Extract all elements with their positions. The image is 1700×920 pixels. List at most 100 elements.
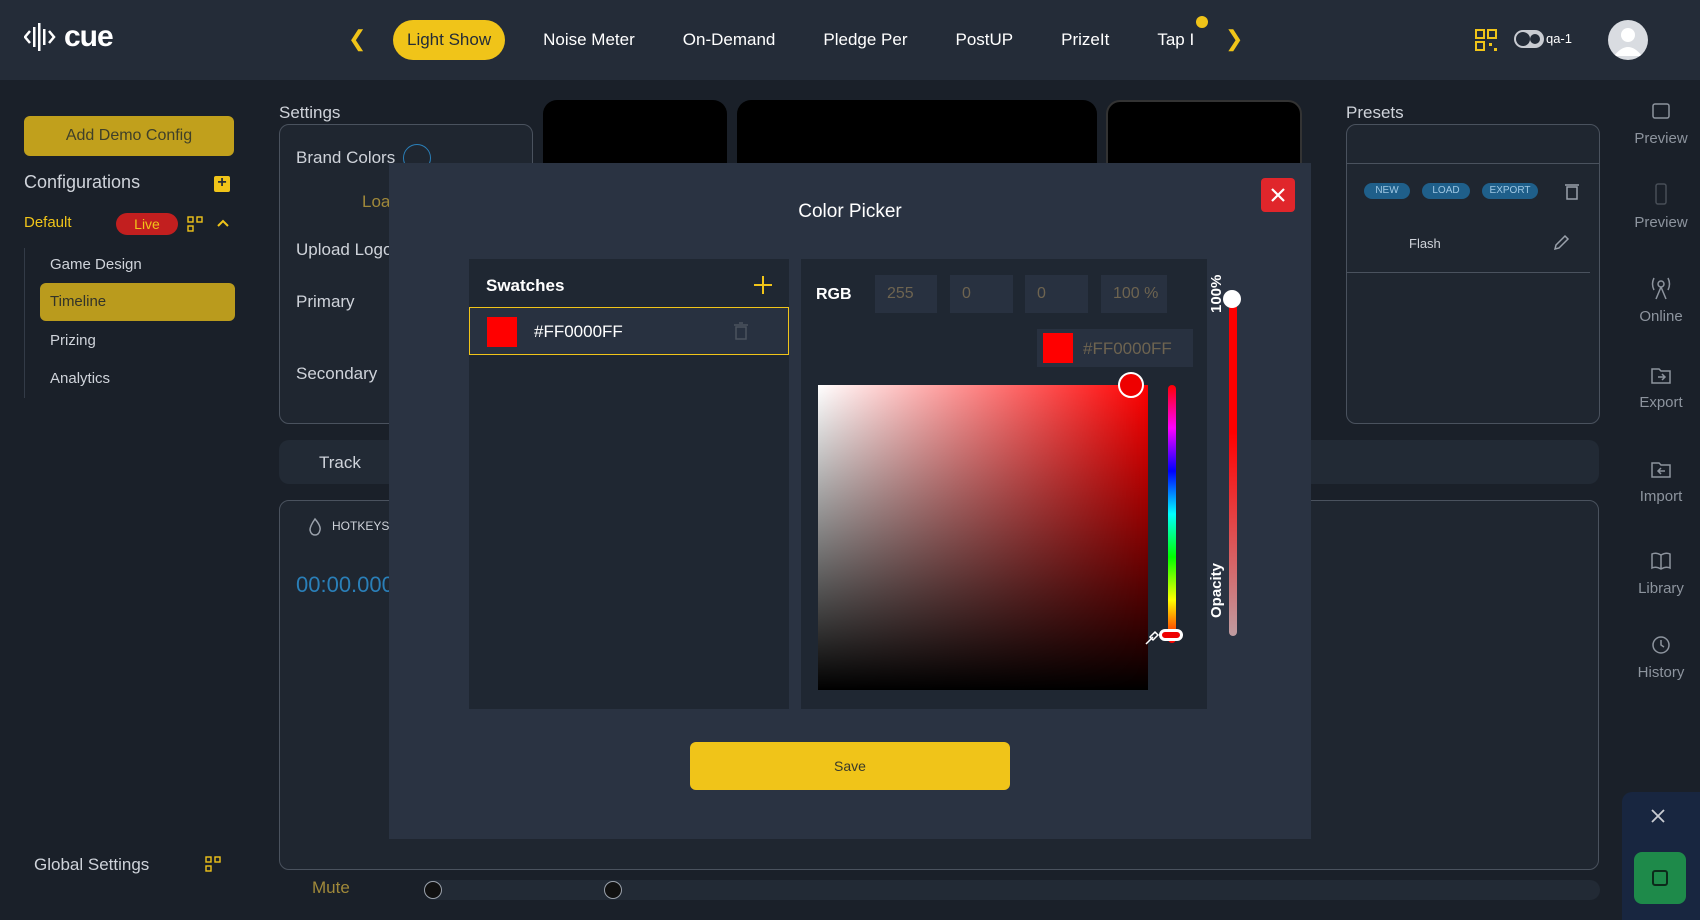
book-icon [1651,552,1671,570]
live-badge: Live [116,213,178,235]
logo-text: cue [64,20,114,53]
app-logo[interactable]: cue [24,20,114,54]
trash-icon[interactable] [1564,182,1580,200]
nav-next-icon[interactable]: ❯ [1225,28,1243,50]
scrub-bar[interactable] [424,880,1600,900]
red-input[interactable] [875,275,937,313]
scrub-handle[interactable] [424,881,442,899]
rail-label: History [1637,664,1685,681]
sidebar-item-analytics[interactable]: Analytics [50,370,110,387]
rail-label: Import [1639,488,1683,505]
broadcast-icon [1651,277,1671,300]
loading-text: Loa [362,192,391,211]
rgb-label[interactable]: RGB [816,286,852,304]
swatch-hex: #FF0000FF [534,322,623,341]
tab-prizeit[interactable]: PrizeIt [1037,20,1133,60]
preset-new-button[interactable]: NEW [1364,183,1410,199]
sidebar-item-prizing[interactable]: Prizing [50,332,96,349]
close-icon[interactable] [1650,808,1666,824]
presets-panel [1346,124,1600,424]
notification-dot [1196,16,1208,28]
save-button[interactable]: Save [690,742,1010,790]
swatches-panel: Swatches #FF0000FF [469,259,789,709]
rail-preview-mobile[interactable]: Preview [1622,182,1700,231]
primary-label: Primary [296,292,355,311]
rail-library[interactable]: Library [1622,550,1700,597]
preset-category-tabs[interactable] [1346,124,1600,164]
rail-preview[interactable]: Preview [1622,100,1700,147]
scrub-handle[interactable] [604,881,622,899]
tab-postup[interactable]: PostUP [932,20,1038,60]
qr-code-icon[interactable] [205,856,221,872]
swatch-color-chip [487,317,517,347]
close-button[interactable] [1261,178,1295,212]
stop-icon [1652,870,1668,886]
swatches-heading: Swatches [486,276,565,295]
rail-export[interactable]: Export [1622,364,1700,411]
tree-line [24,248,25,398]
preset-export-button[interactable]: EXPORT [1482,183,1538,199]
left-sidebar [0,80,258,920]
add-configuration-icon[interactable]: + [214,175,230,192]
qr-code-icon[interactable] [1474,28,1500,54]
modal-title: Color Picker [798,201,902,222]
config-default[interactable]: Default [24,214,72,231]
nav-prev-icon[interactable]: ❮ [348,28,366,50]
global-settings[interactable]: Global Settings [34,855,149,875]
stop-button[interactable] [1634,852,1686,904]
import-icon [1651,462,1671,478]
saturation-value-area[interactable] [818,385,1148,690]
preset-item-flash[interactable]: Flash [1409,236,1441,251]
preset-load-button[interactable]: LOAD [1422,183,1470,199]
opacity-label: Opacity [1208,562,1225,618]
rail-label: Export [1639,394,1683,411]
add-swatch-icon[interactable] [752,274,774,296]
green-input[interactable] [950,275,1013,313]
flame-icon [309,517,321,536]
qr-code-icon[interactable] [187,216,203,232]
export-icon [1651,368,1671,384]
track-label: Track [319,453,361,472]
trash-icon[interactable] [733,321,749,341]
hue-slider[interactable] [1168,385,1176,643]
opacity-slider[interactable] [1229,296,1237,636]
mute-label[interactable]: Mute [312,878,350,898]
hue-thumb[interactable] [1159,629,1183,641]
rail-online[interactable]: Online [1622,274,1700,325]
theme-toggle-icon[interactable] [1514,30,1544,48]
rail-label: Preview [1634,214,1688,231]
alpha-input[interactable] [1101,275,1167,313]
eyedropper-icon[interactable] [1143,629,1161,647]
hex-value: #FF0000FF [1083,339,1172,358]
hex-color-chip [1043,333,1073,363]
history-icon [1652,636,1670,654]
swatch-row[interactable]: #FF0000FF [469,307,789,355]
rail-import[interactable]: Import [1622,458,1700,505]
saturation-thumb[interactable] [1118,372,1144,398]
username: qa-1 [1545,31,1572,46]
avatar[interactable] [1608,20,1648,60]
sidebar-item-timeline[interactable]: Timeline [40,283,235,321]
rail-history[interactable]: History [1622,634,1700,681]
rail-label: Library [1638,580,1684,597]
product-tabs: Light Show Noise Meter On-Demand Pledge … [393,20,1194,60]
tab-tap[interactable]: Tap I [1133,20,1194,60]
secondary-label: Secondary [296,364,378,383]
preview-icon [1652,103,1670,119]
sidebar-item-game-design[interactable]: Game Design [50,256,142,273]
pencil-icon[interactable] [1552,234,1570,252]
phone-icon [1655,183,1667,205]
tab-on-demand[interactable]: On-Demand [659,20,800,60]
tab-pledge-per[interactable]: Pledge Per [799,20,931,60]
hex-field[interactable]: #FF0000FF [1037,329,1193,367]
chevron-up-icon[interactable] [216,218,230,228]
add-demo-config-button[interactable]: Add Demo Config [24,116,234,156]
tab-light-show[interactable]: Light Show [393,20,506,60]
tab-noise-meter[interactable]: Noise Meter [519,20,659,60]
close-icon [1271,188,1285,202]
blue-input[interactable] [1025,275,1088,313]
rail-label: Preview [1634,130,1688,147]
color-picker-modal: Color Picker Swatches #FF0000FF RGB #FF0… [389,163,1311,839]
opacity-thumb[interactable] [1223,290,1241,308]
configurations-heading: Configurations [24,172,141,192]
